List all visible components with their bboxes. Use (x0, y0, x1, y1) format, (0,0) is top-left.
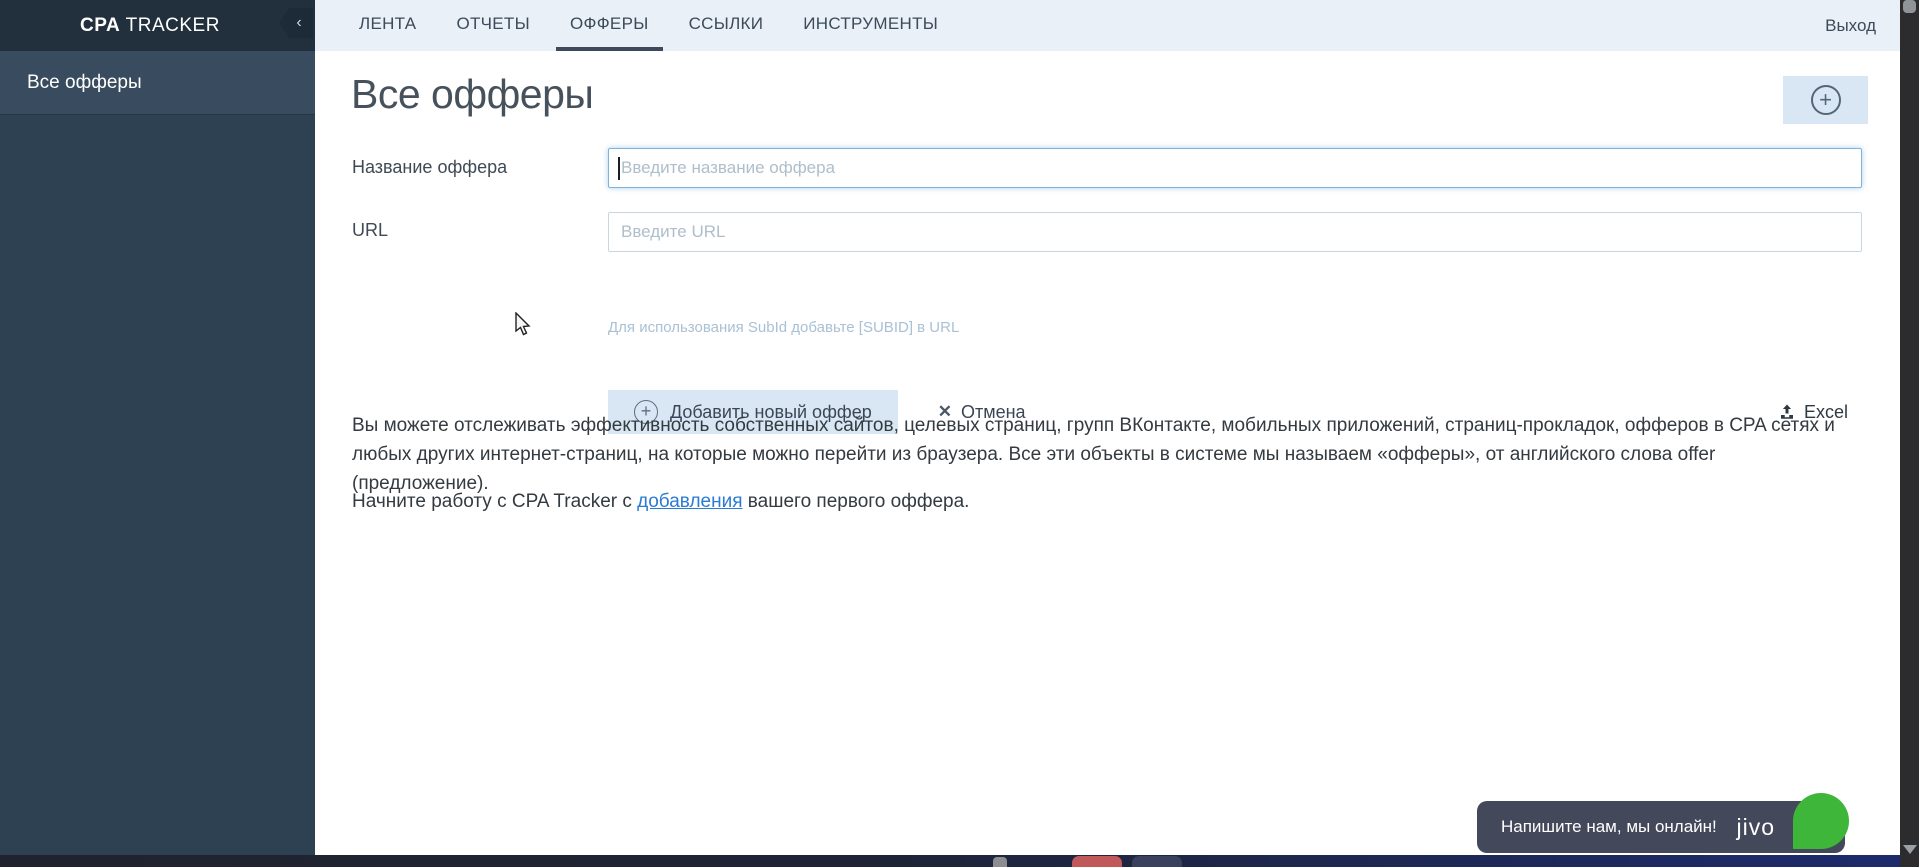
tab-label: ЛЕНТА (359, 13, 417, 33)
tab-label: ИНСТРУМЕНТЫ (803, 13, 939, 33)
brand-rest: TRACKER (120, 14, 220, 36)
start-instruction: Начните работу с CPA Tracker с добавлени… (352, 491, 969, 513)
tab-ssylki[interactable]: ССЫЛКИ (675, 0, 778, 51)
offer-name-input[interactable] (608, 148, 1862, 188)
logout-label: Выход (1825, 15, 1876, 35)
tab-label: ОТЧЕТЫ (456, 13, 530, 33)
tab-label: ОФФЕРЫ (569, 13, 649, 33)
jivo-leaf-icon (1793, 793, 1849, 849)
tab-lenta[interactable]: ЛЕНТА (345, 0, 430, 51)
taskbar-blue-button[interactable] (1132, 856, 1182, 867)
jivo-logo: jivo (1736, 813, 1775, 840)
sidebar-header: CPA TRACKER ‹ (0, 0, 315, 51)
nav-tabs: ЛЕНТА ОТЧЕТЫ ОФФЕРЫ ССЫЛКИ ИНСТРУМЕНТЫ (345, 0, 964, 51)
app-logo: CPA TRACKER (80, 15, 220, 37)
plus-circle-icon: + (1810, 85, 1841, 115)
main-content: Все офферы + Название оффера URL Для исп… (315, 51, 1900, 855)
page-title: Все офферы (351, 71, 594, 117)
offer-url-input[interactable] (608, 212, 1862, 252)
taskbar (0, 855, 1919, 867)
add-first-offer-link[interactable]: добавления (637, 491, 742, 512)
brand-bold: CPA (80, 14, 121, 36)
tab-label: ССЫЛКИ (688, 13, 764, 33)
offer-name-label: Название оффера (352, 157, 508, 177)
vertical-scrollbar[interactable] (1900, 0, 1919, 867)
add-offer-top-button[interactable]: + (1783, 76, 1868, 124)
chat-widget[interactable]: Напишите нам, мы онлайн! jivo (1477, 793, 1849, 853)
start-text-after: вашего первого оффера. (742, 491, 970, 512)
sidebar-collapse-button[interactable]: ‹ (279, 8, 313, 38)
sidebar-item-label: Все офферы (27, 71, 142, 93)
chat-message: Напишите нам, мы онлайн! (1501, 817, 1717, 836)
text-caret (618, 157, 620, 180)
top-navigation: ЛЕНТА ОТЧЕТЫ ОФФЕРЫ ССЫЛКИ ИНСТРУМЕНТЫ В… (315, 0, 1900, 51)
tab-otchety[interactable]: ОТЧЕТЫ (442, 0, 544, 51)
chevron-left-icon: ‹ (296, 14, 302, 31)
scrollbar-down-arrow[interactable] (1903, 845, 1917, 854)
subid-hint: Для использования SubId добавьте [SUBID]… (608, 319, 960, 336)
tab-instrumenty[interactable]: ИНСТРУМЕНТЫ (789, 0, 952, 51)
taskbar-red-button[interactable] (1072, 856, 1122, 867)
intro-description: Вы можете отслеживать эффективность собс… (352, 415, 1835, 494)
tab-offery[interactable]: ОФФЕРЫ (555, 0, 663, 51)
start-text-before: Начните работу с CPA Tracker с (352, 491, 638, 512)
sidebar: CPA TRACKER ‹ Все офферы (0, 0, 315, 855)
sidebar-item-all-offers[interactable]: Все офферы (0, 51, 315, 115)
logout-button[interactable]: Выход (1825, 0, 1876, 51)
taskbar-icon (993, 857, 1007, 867)
offer-url-label: URL (352, 220, 389, 240)
scrollbar-thumb[interactable] (1903, 0, 1916, 13)
